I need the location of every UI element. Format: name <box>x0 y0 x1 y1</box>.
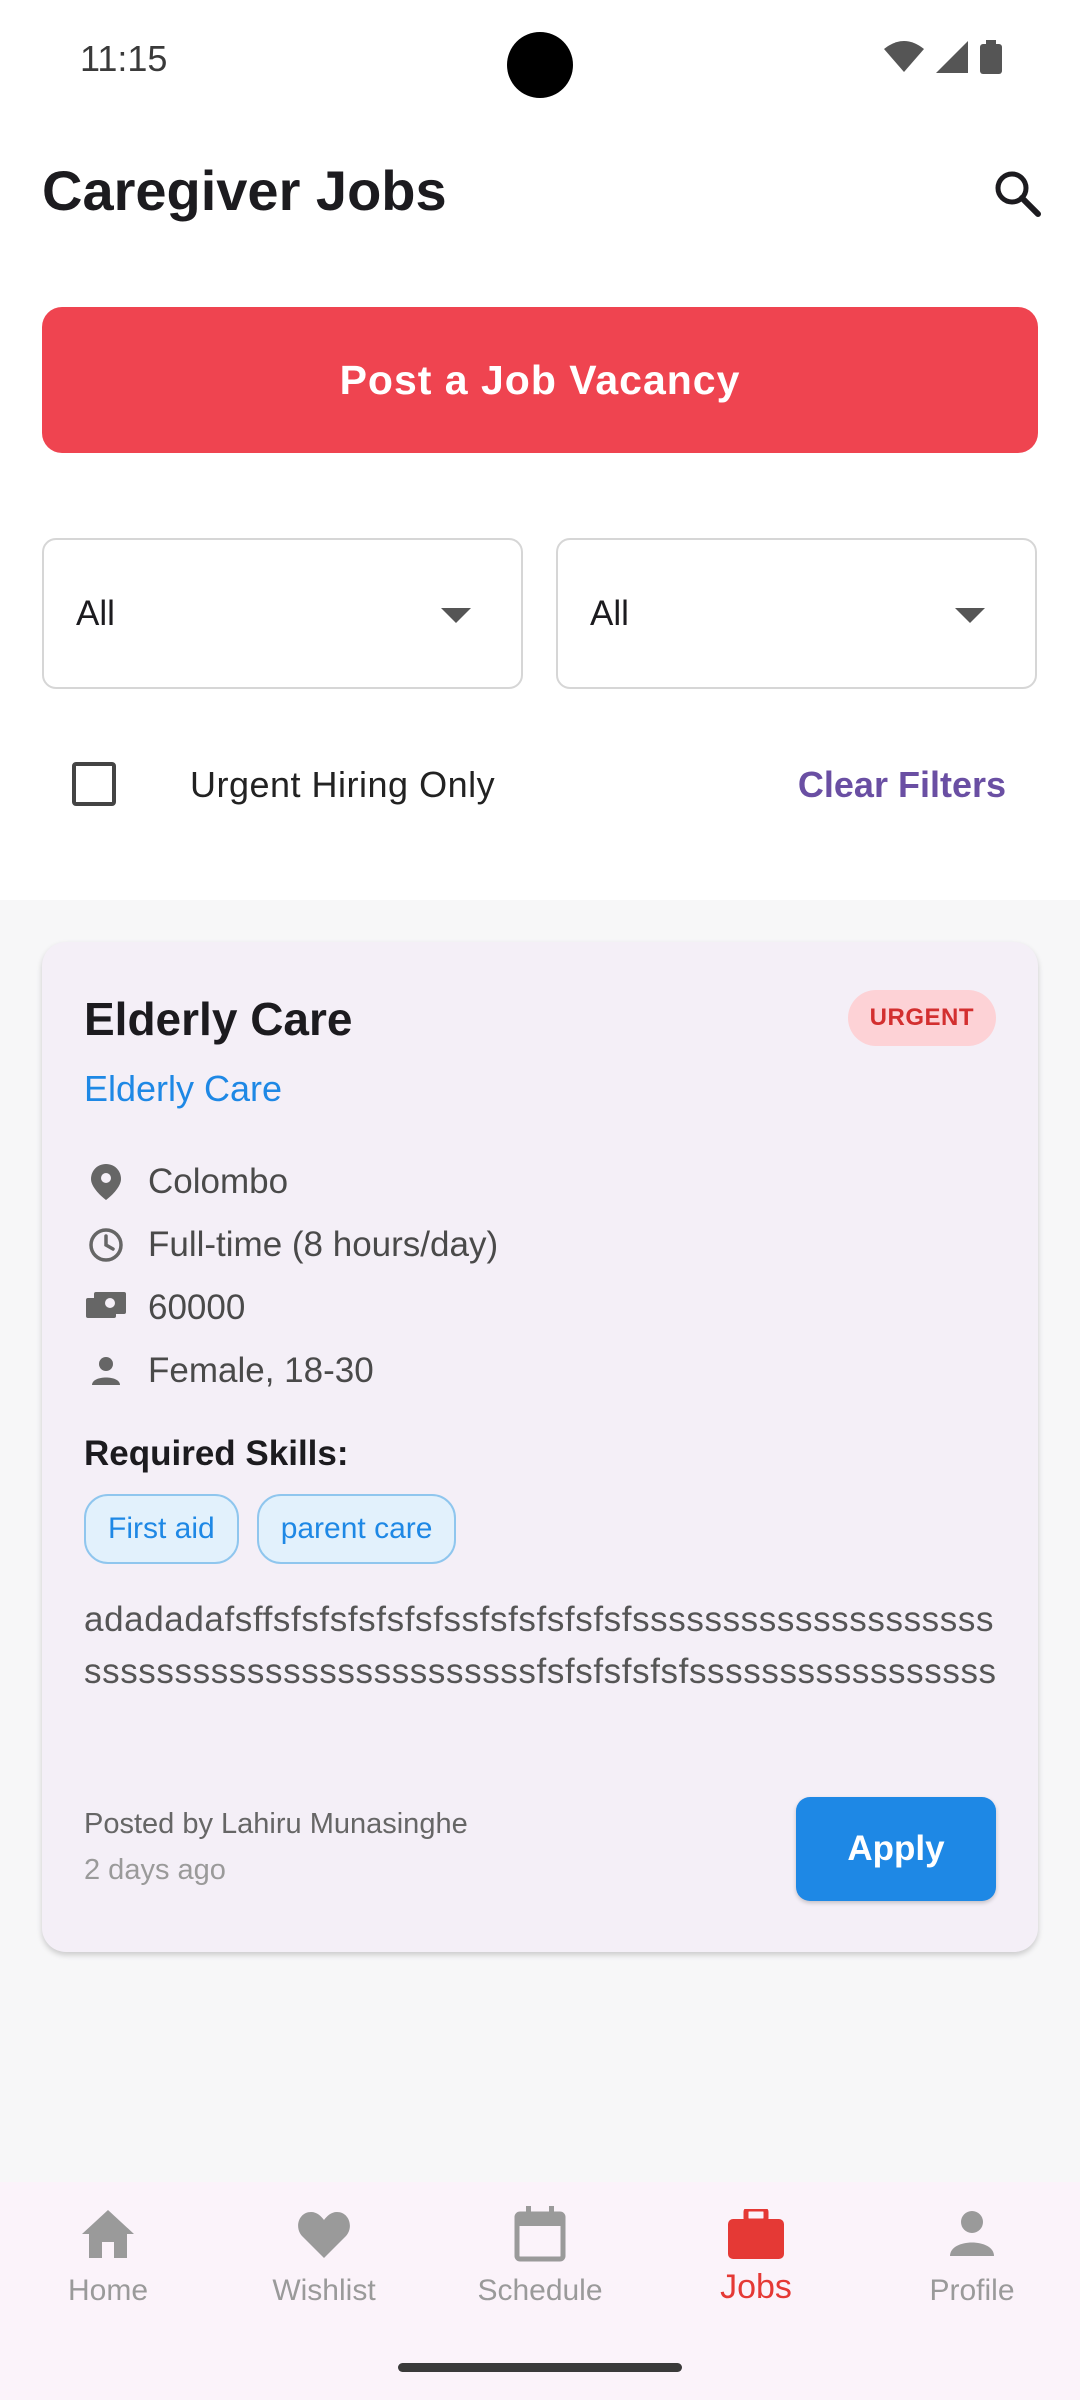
search-button[interactable] <box>984 160 1050 226</box>
nav-wishlist-label: Wishlist <box>272 2274 376 2307</box>
skills-chips: First aid parent care <box>84 1494 457 1564</box>
nav-schedule-label: Schedule <box>477 2274 603 2307</box>
heart-icon <box>294 2204 354 2264</box>
person-icon <box>942 2204 1002 2264</box>
job-description: adadadafsffsfsfsfsfsfsfssfsfsfsfsfsfssss… <box>84 1600 997 1691</box>
salary-row: 60000 <box>84 1276 984 1339</box>
nav-wishlist[interactable]: Wishlist <box>216 2204 432 2334</box>
wifi-icon <box>884 41 924 72</box>
nav-profile[interactable]: Profile <box>864 2204 1080 2334</box>
urgent-badge: URGENT <box>847 990 996 1046</box>
location-text: Colombo <box>148 1161 289 1201</box>
nav-jobs[interactable]: Jobs <box>648 2204 864 2334</box>
camera-cutout <box>507 32 573 98</box>
skills-heading: Required Skills: <box>84 1434 349 1473</box>
requirement-row: Female, 18-30 <box>84 1339 984 1402</box>
status-icons <box>884 40 1002 74</box>
location-row: Colombo <box>84 1150 984 1213</box>
nav-home-label: Home <box>67 2274 149 2307</box>
home-indicator[interactable] <box>398 2363 682 2372</box>
schedule-row: Full-time (8 hours/day) <box>84 1213 984 1276</box>
briefcase-icon <box>726 2204 786 2264</box>
requirement-text: Female, 18-30 <box>148 1350 374 1390</box>
job-card[interactable]: Elderly Care URGENT Elderly Care Colombo… <box>42 942 1038 1952</box>
nav-home[interactable]: Home <box>0 2204 216 2334</box>
nav-schedule[interactable]: Schedule <box>432 2204 648 2334</box>
category-dropdown-value: All <box>76 594 115 633</box>
app-bar: Caregiver Jobs <box>0 130 1080 250</box>
home-icon <box>78 2204 138 2264</box>
post-job-button[interactable]: Post a Job Vacancy <box>42 307 1038 453</box>
clear-filters-button[interactable]: Clear Filters <box>798 764 1006 806</box>
nav-profile-label: Profile <box>929 2274 1015 2307</box>
money-icon <box>84 1286 128 1330</box>
battery-icon <box>980 40 1002 74</box>
filter-row: Urgent Hiring Only Clear Filters <box>0 740 1080 830</box>
urgent-checkbox[interactable] <box>72 762 116 806</box>
search-icon <box>995 171 1041 217</box>
status-bar: 11:15 <box>0 0 1080 120</box>
posted-time: 2 days ago <box>84 1854 226 1886</box>
calendar-icon <box>510 2204 570 2264</box>
page-title: Caregiver Jobs <box>42 159 447 222</box>
salary-text: 60000 <box>148 1287 246 1327</box>
apply-button[interactable]: Apply <box>796 1797 996 1901</box>
posted-by: Posted by Lahiru Munasinghe <box>84 1808 468 1840</box>
nav-jobs-label: Jobs <box>720 2268 792 2306</box>
job-details: Colombo Full-time (8 hours/day) 60000 Fe… <box>84 1150 984 1402</box>
chevron-down-icon <box>441 608 471 623</box>
location-dropdown-value: All <box>590 594 629 633</box>
status-time: 11:15 <box>80 38 168 79</box>
skill-chip: parent care <box>256 1494 457 1564</box>
category-dropdown[interactable]: All <box>42 538 523 689</box>
skill-chip: First aid <box>84 1494 239 1564</box>
location-dropdown[interactable]: All <box>556 538 1037 689</box>
chevron-down-icon <box>955 608 985 623</box>
location-pin-icon <box>84 1160 128 1204</box>
signal-icon <box>936 41 968 73</box>
job-title: Elderly Care <box>84 993 353 1045</box>
schedule-text: Full-time (8 hours/day) <box>148 1224 499 1264</box>
person-icon <box>84 1349 128 1393</box>
clock-icon <box>84 1223 128 1267</box>
urgent-checkbox-label[interactable]: Urgent Hiring Only <box>190 764 495 806</box>
job-category: Elderly Care <box>84 1068 283 1109</box>
